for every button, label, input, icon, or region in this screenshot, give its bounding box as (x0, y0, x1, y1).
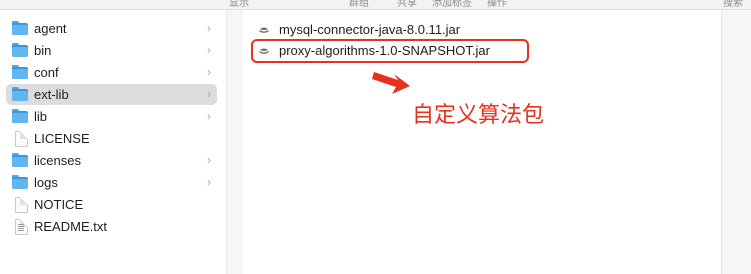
toolbar-tag-label[interactable]: 添加标签 (432, 0, 472, 9)
toolbar-action-label[interactable]: 操作 (487, 0, 507, 9)
file-row-readme[interactable]: README.txt (6, 216, 217, 237)
folder-row-agent[interactable]: agent › (6, 18, 217, 39)
row-label: agent (34, 21, 67, 36)
jar-icon (259, 27, 269, 33)
folder-row-logs[interactable]: logs › (6, 172, 217, 193)
folder-row-licenses[interactable]: licenses › (6, 150, 217, 171)
folder-icon (12, 21, 28, 36)
toolbar-group-label[interactable]: 群组 (349, 0, 369, 9)
row-label: ext-lib (34, 87, 69, 102)
highlight-annotation-box (251, 39, 529, 63)
folder-row-ext-lib[interactable]: ext-lib › (6, 84, 217, 105)
chevron-right-icon: › (207, 109, 211, 123)
row-label: conf (34, 65, 59, 80)
folder-row-bin[interactable]: bin › (6, 40, 217, 61)
folder-icon (12, 175, 28, 190)
toolbar-search-label[interactable]: 搜索 (723, 0, 743, 9)
toolbar-view-label[interactable]: 显示 (229, 0, 249, 9)
annotation-label: 自定义算法包 (412, 103, 545, 128)
chevron-right-icon: › (207, 65, 211, 79)
column-divider[interactable] (226, 10, 244, 274)
row-label: lib (34, 109, 48, 124)
toolbar-share-label[interactable]: 共享 (397, 0, 417, 9)
folder-icon (12, 109, 28, 124)
row-label: LICENSE (34, 131, 90, 146)
folder-icon (12, 153, 28, 168)
chevron-right-icon: › (207, 87, 211, 101)
folder-column: agent › bin › conf › ext-lib › lib › LIC… (0, 10, 226, 274)
folder-icon (12, 65, 28, 80)
chevron-right-icon: › (207, 153, 211, 167)
document-icon (12, 197, 28, 213)
preview-column-edge (721, 10, 751, 274)
file-row-license[interactable]: LICENSE (6, 128, 217, 149)
folder-row-lib[interactable]: lib › (6, 106, 217, 127)
arrow-icon (372, 72, 410, 94)
row-label: bin (34, 43, 52, 58)
folder-icon (12, 43, 28, 58)
folder-icon (12, 87, 28, 102)
row-label: logs (34, 175, 58, 190)
folder-row-conf[interactable]: conf › (6, 62, 217, 83)
toolbar-strip: 显示 群组 共享 添加标签 操作 搜索 (0, 0, 751, 10)
row-label: licenses (34, 153, 81, 168)
file-name: mysql-connector-java-8.0.11.jar (279, 22, 461, 37)
row-label: NOTICE (34, 197, 84, 212)
text-document-icon (12, 219, 28, 235)
row-label: README.txt (34, 219, 107, 234)
chevron-right-icon: › (207, 43, 211, 57)
file-row-notice[interactable]: NOTICE (6, 194, 217, 215)
document-icon (12, 131, 28, 147)
chevron-right-icon: › (207, 175, 211, 189)
chevron-right-icon: › (207, 21, 211, 35)
